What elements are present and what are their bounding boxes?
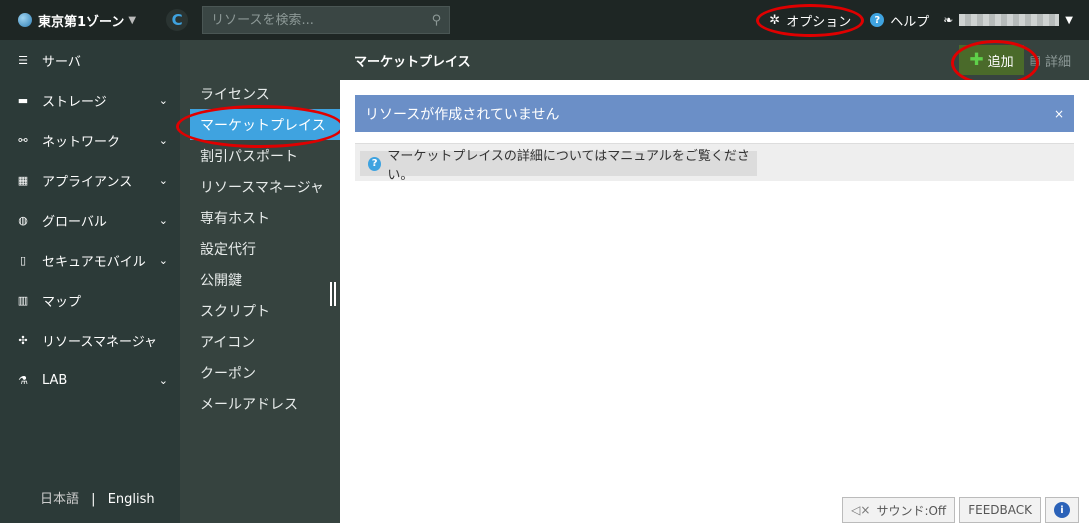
sidebar: ☰ サーバ ▬ ストレージ ⌄ ⚯ ネットワーク ⌄ ▦ アプライアンス ⌄ ◍… <box>0 40 180 523</box>
search-icon[interactable]: ⚲ <box>432 13 442 28</box>
resize-handle[interactable] <box>330 282 336 306</box>
detail-label: 詳細 <box>1044 54 1071 70</box>
bottom-tools: ◁× サウンド:Off FEEDBACK i <box>838 497 1079 523</box>
help-label: ヘルプ <box>890 14 930 30</box>
lang-japanese-link[interactable]: 日本語 <box>40 492 79 507</box>
info-button[interactable]: i <box>1045 497 1079 523</box>
info-text: マーケットプレイスの詳細についてはマニュアルをご覧ください。 <box>387 148 750 183</box>
sidebar-item-secure-mobile[interactable]: ▯ セキュアモバイル ⌄ <box>0 240 180 280</box>
main-header: マーケットプレイス ✚ 追加 ▤ 詳細 <box>340 40 1089 86</box>
sidebar-item-network[interactable]: ⚯ ネットワーク ⌄ <box>0 120 180 160</box>
lang-english-link[interactable]: English <box>108 492 155 507</box>
chevron-down-icon: ⌄ <box>158 93 168 107</box>
sidebar-item-resource-manager[interactable]: ✣ リソースマネージャ <box>0 320 180 360</box>
sidebar-item-label: セキュアモバイル <box>42 254 146 270</box>
leaf-icon: ❧ <box>943 13 954 27</box>
sidebar-item-label: リソースマネージャ <box>42 334 158 350</box>
close-icon[interactable]: × <box>1054 107 1064 121</box>
sidebar-item-label: マップ <box>42 294 82 310</box>
zone-label: 東京第1ゾーン <box>38 14 125 30</box>
add-button[interactable]: ✚ 追加 <box>951 40 1040 86</box>
feedback-button[interactable]: FEEDBACK <box>959 497 1041 523</box>
plus-icon: ✚ <box>969 50 984 70</box>
caret-down-icon: ▼ <box>128 14 137 26</box>
map-icon: ▥ <box>17 293 29 307</box>
sidebar-item-server[interactable]: ☰ サーバ <box>0 40 180 80</box>
zone-selector[interactable]: 東京第1ゾーン ▼ <box>18 11 136 30</box>
chevron-down-icon: ⌄ <box>158 253 168 267</box>
info-bar: ? マーケットプレイスの詳細についてはマニュアルをご覧ください。 <box>355 143 1074 183</box>
refresh-icon: C <box>171 11 183 29</box>
top-bar: 東京第1ゾーン ▼ C ⚲ ✲ オプション ? ヘルプ ❧ ▼ <box>0 0 1089 40</box>
help-button[interactable]: ? ヘルプ <box>870 11 929 30</box>
page-title: マーケットプレイス <box>354 54 471 70</box>
user-name-redacted <box>959 14 1060 26</box>
empty-alert: リソースが作成されていません × <box>355 95 1074 132</box>
options-button[interactable]: ✲ オプション <box>756 3 865 37</box>
subnav-item-setup-service[interactable]: 設定代行 <box>180 233 340 264</box>
sound-label: サウンド:Off <box>876 503 947 518</box>
subnav-item-marketplace[interactable]: マーケットプレイス <box>176 105 344 148</box>
sidebar-item-label: アプライアンス <box>42 174 133 190</box>
options-label: オプション <box>786 14 852 30</box>
help-icon: ? <box>368 156 382 171</box>
sidebar-item-label: グローバル <box>42 214 107 230</box>
globe-icon <box>18 13 32 27</box>
search-box: ⚲ <box>202 6 451 34</box>
sidebar-item-storage[interactable]: ▬ ストレージ ⌄ <box>0 80 180 120</box>
appliance-icon: ▦ <box>17 173 29 187</box>
network-icon: ⚯ <box>18 133 28 147</box>
subnav-item-resource-manager[interactable]: リソースマネージャ <box>180 171 340 202</box>
help-icon: ? <box>870 13 885 27</box>
sidebar-item-map[interactable]: ▥ マップ <box>0 280 180 320</box>
sidebar-item-appliance[interactable]: ▦ アプライアンス ⌄ <box>0 160 180 200</box>
subnav-item-email[interactable]: メールアドレス <box>180 388 340 419</box>
main-content: リソースが作成されていません × ? マーケットプレイスの詳細についてはマニュア… <box>340 80 1089 523</box>
sidebar-item-global[interactable]: ◍ グローバル ⌄ <box>0 200 180 240</box>
gear-icon: ✲ <box>769 12 781 28</box>
refresh-button[interactable]: C <box>166 9 189 31</box>
subnav-item-public-key[interactable]: 公開鍵 <box>180 264 340 295</box>
globe-icon: ◍ <box>18 213 28 227</box>
flask-icon: ⚗ <box>18 373 28 387</box>
search-input[interactable] <box>211 12 432 28</box>
subnav-item-coupon[interactable]: クーポン <box>180 357 340 388</box>
caret-down-icon: ▼ <box>1065 14 1073 26</box>
lang-separator: | <box>91 492 96 507</box>
chevron-down-icon: ⌄ <box>158 133 168 147</box>
sidebar-item-label: ネットワーク <box>42 134 121 150</box>
subnav-item-icon[interactable]: アイコン <box>180 326 340 357</box>
sound-toggle-button[interactable]: ◁× サウンド:Off <box>842 497 956 523</box>
mobile-icon: ▯ <box>19 253 27 267</box>
top-right-menu: ✲ オプション ? ヘルプ ❧ ▼ <box>756 3 1073 37</box>
sidebar-item-label: LAB <box>42 372 68 388</box>
chevron-down-icon: ⌄ <box>158 173 168 187</box>
chevron-down-icon: ⌄ <box>158 373 168 387</box>
add-label: 追加 <box>987 54 1014 70</box>
info-icon: i <box>1054 502 1070 518</box>
sidebar-item-lab[interactable]: ⚗ LAB ⌄ <box>0 360 180 400</box>
puzzle-icon: ✣ <box>18 333 28 347</box>
subnav: ライセンス マーケットプレイス 割引パスポート リソースマネージャ 専有ホスト … <box>176 40 344 523</box>
language-switcher: 日本語 | English <box>40 488 155 507</box>
subnav-item-dedicated-host[interactable]: 専有ホスト <box>180 202 340 233</box>
speaker-icon: ◁× <box>851 503 871 517</box>
sidebar-item-label: サーバ <box>42 54 81 70</box>
user-menu[interactable]: ❧ ▼ <box>943 13 1073 27</box>
chevron-down-icon: ⌄ <box>158 213 168 227</box>
manual-info: ? マーケットプレイスの詳細についてはマニュアルをご覧ください。 <box>360 149 757 183</box>
storage-icon: ▬ <box>17 93 29 107</box>
alert-text: リソースが作成されていません <box>365 106 560 123</box>
subnav-item-script[interactable]: スクリプト <box>180 295 340 326</box>
server-icon: ☰ <box>18 53 28 67</box>
sidebar-item-label: ストレージ <box>42 94 107 110</box>
